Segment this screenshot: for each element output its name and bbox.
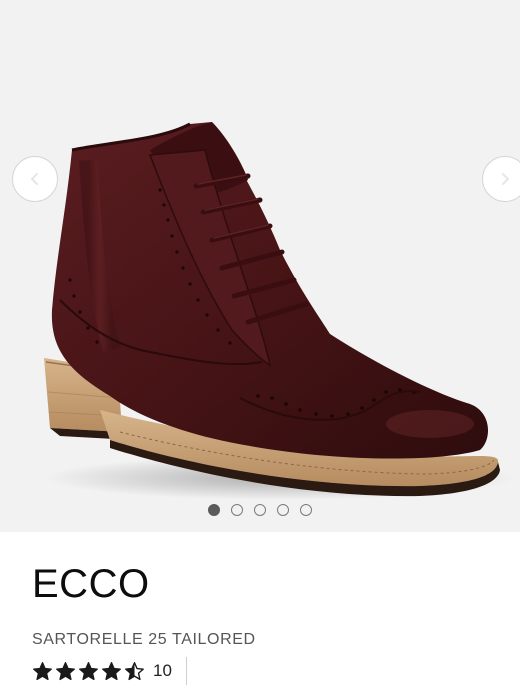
divider (185, 657, 187, 685)
pagination-dot[interactable] (208, 504, 220, 516)
pagination-dot[interactable] (231, 504, 243, 516)
pagination-dot[interactable] (300, 504, 312, 516)
review-count: 10 (153, 661, 172, 680)
star-full-icon (33, 661, 52, 680)
chevron-right-icon (502, 173, 510, 185)
star-full-icon (79, 661, 98, 680)
chevron-left-icon (30, 173, 38, 185)
previous-image-button[interactable] (12, 156, 58, 202)
product-info: ECCO SARTORELLE 25 TAILORED 10 (0, 532, 520, 685)
rating-row[interactable]: 10 (32, 657, 488, 685)
star-rating (32, 661, 145, 682)
product-gallery[interactable] (0, 0, 520, 532)
pagination-dot[interactable] (254, 504, 266, 516)
next-image-button[interactable] (482, 156, 520, 202)
product-name: SARTORELLE 25 TAILORED (32, 631, 256, 648)
star-full-icon (56, 661, 75, 680)
product-image (44, 122, 515, 500)
pagination-dot[interactable] (277, 504, 289, 516)
star-half-icon (125, 661, 144, 680)
star-full-icon (102, 661, 121, 680)
brand-name[interactable]: ECCO (32, 560, 488, 608)
image-pagination (0, 504, 520, 516)
